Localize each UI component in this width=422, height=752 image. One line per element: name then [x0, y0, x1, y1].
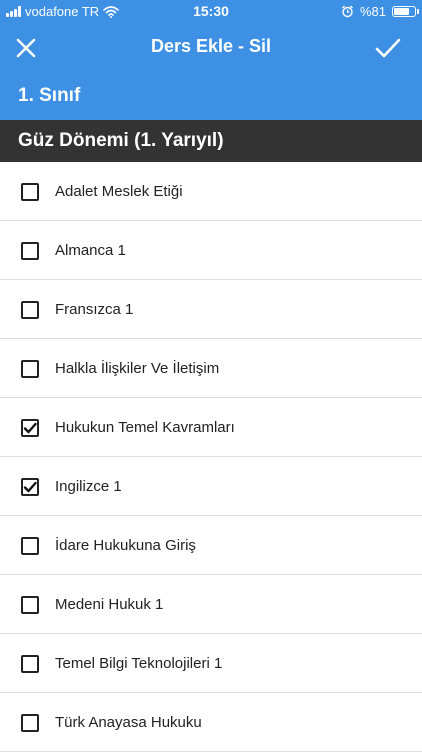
- course-checkbox[interactable]: [21, 183, 39, 201]
- course-label: Ingilizce 1: [55, 478, 122, 495]
- battery-icon: [392, 6, 419, 17]
- app-header: vodafone TR 15:30 %81 Ders Ekle - Sil: [0, 0, 422, 72]
- alarm-clock-icon: [342, 5, 353, 18]
- confirm-button[interactable]: [372, 32, 404, 64]
- page-title: Ders Ekle - Sil: [150, 36, 272, 56]
- checkmark-icon: [375, 38, 401, 58]
- course-checkbox[interactable]: [21, 537, 39, 555]
- class-section-header: 1. Sınıf: [0, 72, 422, 120]
- battery-percent: %81: [359, 4, 386, 19]
- course-item-idare-hukukuna-giris[interactable]: İdare Hukukuna Giriş: [0, 516, 422, 575]
- status-right: %81: [341, 4, 419, 19]
- course-item-ingilizce-1[interactable]: Ingilizce 1: [0, 457, 422, 516]
- course-label: Adalet Meslek Etiği: [55, 183, 183, 200]
- course-list: Adalet Meslek Etiği Almanca 1 Fransızca …: [0, 162, 422, 752]
- check-icon: [23, 422, 37, 434]
- course-label: İdare Hukukuna Giriş: [55, 537, 196, 554]
- course-item-hukukun-temel-kavramlari[interactable]: Hukukun Temel Kavramları: [0, 398, 422, 457]
- course-item-medeni-hukuk-1[interactable]: Medeni Hukuk 1: [0, 575, 422, 634]
- course-label: Fransızca 1: [55, 301, 134, 318]
- course-checkbox[interactable]: [21, 714, 39, 732]
- class-title: 1. Sınıf: [18, 85, 81, 106]
- course-checkbox[interactable]: [21, 301, 39, 319]
- course-item-halkla-iliskiler[interactable]: Halkla İlişkiler Ve İletişim: [0, 339, 422, 398]
- course-label: Hukukun Temel Kavramları: [55, 419, 235, 436]
- course-item-almanca-1[interactable]: Almanca 1: [0, 221, 422, 280]
- course-checkbox[interactable]: [21, 655, 39, 673]
- course-label: Halkla İlişkiler Ve İletişim: [55, 360, 220, 377]
- course-item-adalet-meslek-etigi[interactable]: Adalet Meslek Etiği: [0, 162, 422, 221]
- course-item-turk-anayasa-hukuku[interactable]: Türk Anayasa Hukuku: [0, 693, 422, 752]
- course-checkbox[interactable]: [21, 478, 39, 496]
- semester-section-header: Güz Dönemi (1. Yarıyıl): [0, 120, 422, 162]
- nav-bar: Ders Ekle - Sil: [0, 24, 422, 72]
- check-icon: [23, 481, 37, 493]
- course-item-temel-bilgi-teknolojileri-1[interactable]: Temel Bilgi Teknolojileri 1: [0, 634, 422, 693]
- course-checkbox[interactable]: [21, 596, 39, 614]
- course-checkbox[interactable]: [21, 419, 39, 437]
- course-label: Medeni Hukuk 1: [55, 596, 164, 613]
- semester-title: Güz Dönemi (1. Yarıyıl): [18, 130, 224, 151]
- course-label: Türk Anayasa Hukuku: [55, 714, 202, 731]
- course-checkbox[interactable]: [21, 242, 39, 260]
- course-checkbox[interactable]: [21, 360, 39, 378]
- course-label: Temel Bilgi Teknolojileri 1: [55, 655, 223, 672]
- battery-fill: [394, 8, 409, 15]
- status-bar: vodafone TR 15:30 %81: [0, 0, 422, 24]
- course-item-fransizca-1[interactable]: Fransızca 1: [0, 280, 422, 339]
- course-label: Almanca 1: [55, 242, 126, 259]
